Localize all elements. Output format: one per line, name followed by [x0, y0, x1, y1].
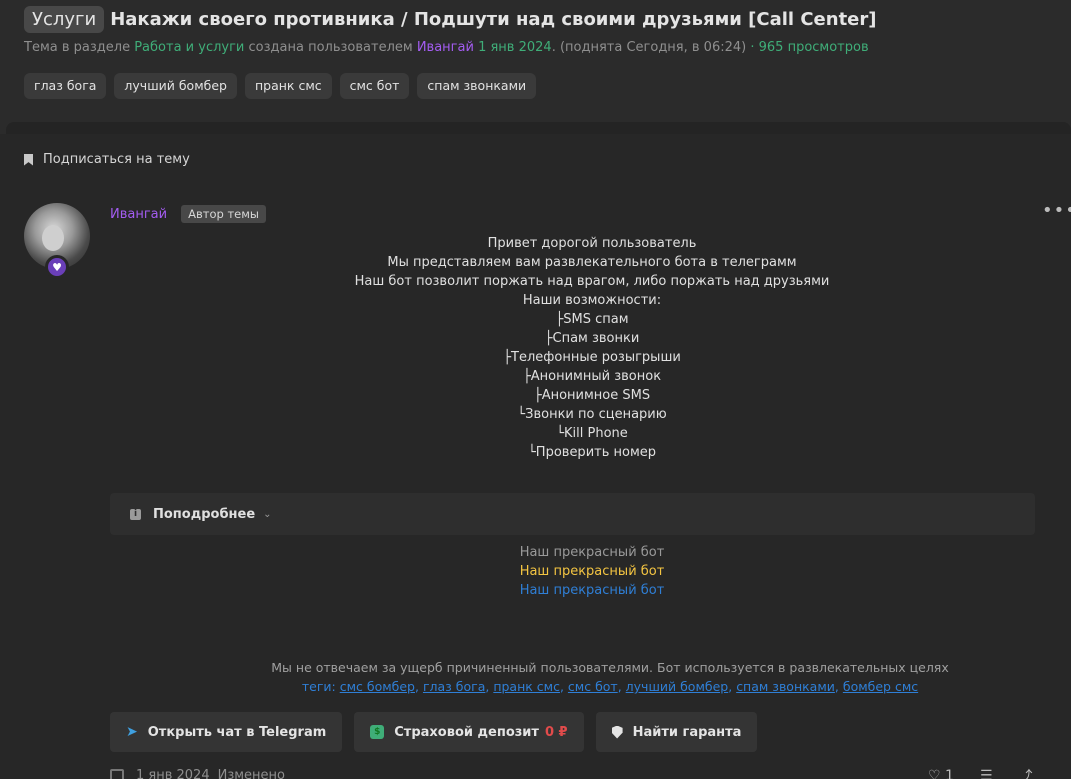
tag-item[interactable]: глаз бога [24, 73, 107, 99]
author-badge: Автор темы [181, 205, 266, 223]
tag-link[interactable]: смс бомбер [340, 679, 415, 694]
post-line: └Проверить номер [527, 445, 657, 460]
post-line: Привет дорогой пользователь [487, 236, 697, 251]
heart-icon: ♥ [45, 255, 69, 279]
shield-icon [611, 725, 623, 739]
heart-outline-icon: ♡ [928, 768, 941, 779]
find-guarantor-button[interactable]: Найти гаранта [595, 712, 758, 752]
nice-bot-line: Наш прекрасный бот [519, 583, 665, 598]
post-author-row: Ивангай Автор темы [110, 205, 266, 223]
post-line: ├Спам звонки [544, 331, 640, 346]
tag-link[interactable]: пранк смс [493, 679, 560, 694]
tags-prefix: теги: [301, 679, 336, 694]
post-date[interactable]: 1 янв 2024 [136, 768, 210, 779]
post-line: └Kill Phone [556, 426, 628, 441]
info-icon: i [130, 508, 141, 520]
post-line: └Звонки по сценарию [517, 407, 667, 422]
like-button[interactable]: ♡ 1 [928, 768, 954, 779]
section-link[interactable]: Работа и услуги [134, 40, 244, 55]
tag-link[interactable]: лучший бомбер [626, 679, 729, 694]
thread-title-row: Услуги Накажи своего противника / Подшут… [24, 6, 877, 33]
post-line: ├SMS спам [555, 312, 629, 327]
telegram-icon: ➤ [126, 724, 138, 740]
post-line: ├Анонимное SMS [533, 388, 651, 403]
thread-date[interactable]: 1 янв 2024 [478, 40, 552, 55]
meta-text-section: Тема в разделе [24, 40, 131, 55]
raised-info: . (поднята Сегодня, в 06:24) [551, 40, 747, 55]
thread-title: Накажи своего противника / Подшути над с… [110, 9, 877, 30]
telegram-label: Открыть чат в Telegram [147, 724, 327, 740]
nice-bot-line: Наш прекрасный бот [519, 545, 665, 560]
deposit-value: 0 ₽ [544, 724, 568, 740]
spoiler-label: Поподробнее [153, 506, 256, 522]
post-line: Мы представляем вам развлекательного бот… [387, 255, 797, 270]
more-options-icon[interactable]: ••• [1042, 200, 1071, 221]
share-icon[interactable]: ⤴ [1019, 766, 1033, 779]
tag-item[interactable]: пранк смс [244, 73, 332, 99]
post-line: ├Телефонные розыгрыши [503, 350, 681, 365]
thread-header: Услуги Накажи своего противника / Подшут… [0, 0, 1071, 134]
tag-item[interactable]: спам звонками [417, 73, 537, 99]
like-count: 1 [945, 768, 954, 779]
tag-link[interactable]: глаз бога [423, 679, 485, 694]
subscribe-label: Подписаться на тему [43, 152, 190, 167]
tag-link[interactable]: бомбер смс [843, 679, 918, 694]
thread-meta: Тема в разделе Работа и услуги создана п… [24, 40, 869, 55]
tag-link[interactable]: спам звонками [736, 679, 835, 694]
thread-prefix-badge[interactable]: Услуги [24, 6, 105, 33]
disclaimer: Мы не отвечаем за ущерб причиненный поль… [271, 660, 949, 675]
post-footer: 1 янв 2024 Изменено [110, 768, 285, 779]
chevron-down-icon: ⌄ [263, 508, 272, 520]
post-reactions: ♡ 1 ☰ ⤴ [928, 766, 1033, 779]
edited-label: Изменено [217, 768, 286, 779]
views-count: · 965 просмотров [750, 40, 869, 55]
post-line: ├Анонимный звонок [522, 369, 662, 384]
avatar-face [42, 225, 64, 251]
guarantor-label: Найти гаранта [632, 724, 742, 740]
meta-text-created: создана пользователем [248, 40, 413, 55]
nice-bot-line: Наш прекрасный бот [519, 564, 665, 579]
tag-item[interactable]: смс бот [339, 73, 410, 99]
post-author-name[interactable]: Ивангай [110, 207, 167, 222]
tag-item[interactable]: лучший бомбер [114, 73, 237, 99]
deposit-icon: $ [370, 725, 385, 739]
bookmark-icon [24, 153, 33, 166]
thread-tags: глаз бога лучший бомбер пранк смс смс бо… [24, 73, 537, 99]
action-buttons: ➤ Открыть чат в Telegram $ Страховой деп… [110, 712, 758, 752]
deposit-button[interactable]: $ Страховой депозит 0 ₽ [354, 712, 584, 752]
post-line: Наш бот позволит поржать над врагом, либ… [354, 274, 830, 289]
quote-icon[interactable]: ☰ [980, 768, 993, 779]
deposit-label: Страховой депозит [394, 724, 539, 740]
spoiler-toggle[interactable]: i Поподробнее ⌄ [110, 493, 1035, 535]
open-telegram-button[interactable]: ➤ Открыть чат в Telegram [110, 712, 343, 752]
select-checkbox[interactable] [110, 768, 124, 779]
post-body: Привет дорогой пользователь Мы представл… [300, 234, 884, 462]
post-tags-line: теги: смс бомбер, глаз бога, пранк смс, … [301, 679, 919, 694]
tag-link[interactable]: смс бот [568, 679, 618, 694]
subscribe-button[interactable]: Подписаться на тему [24, 152, 190, 167]
post-line: Наши возможности: [522, 293, 662, 308]
author-link[interactable]: Ивангай [417, 40, 474, 55]
